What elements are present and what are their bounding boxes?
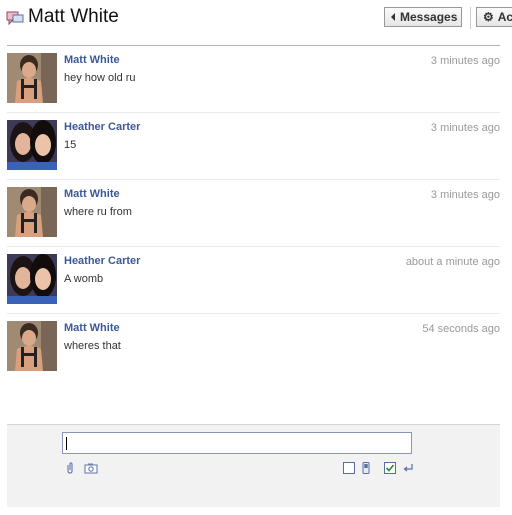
message-item: Heather Carter about a minute ago A womb [7,247,500,314]
camera-icon[interactable] [84,462,98,474]
checked-checkbox-icon[interactable] [384,462,396,474]
checkbox-icon[interactable] [343,462,355,474]
message-item: Matt White 3 minutes ago where ru from [7,180,500,247]
actions-button-label: Ac [497,10,512,24]
reply-input[interactable] [62,432,412,454]
message-timestamp: about a minute ago [405,256,500,268]
paperclip-icon[interactable] [64,462,76,474]
reply-composer [7,424,500,507]
page-title: Matt White [28,6,119,27]
sender-name[interactable]: Heather Carter [64,255,140,267]
message-timestamp: 3 minutes ago [430,189,500,201]
conversation-header: Matt White Messages ⚙ Ac [0,0,512,40]
enter-icon [403,464,413,472]
message-timestamp: 3 minutes ago [430,122,500,134]
message-item: Heather Carter 3 minutes ago 15 [7,113,500,180]
header-divider [470,7,471,29]
avatar-heather-carter[interactable] [7,254,57,304]
chat-bubbles-icon [6,11,24,26]
avatar-matt-white[interactable] [7,321,57,371]
message-text: hey how old ru [64,72,136,84]
message-timestamp: 3 minutes ago [430,55,500,67]
sender-name[interactable]: Matt White [64,54,120,66]
sender-name[interactable]: Matt White [64,188,120,200]
message-text: A womb [64,273,104,285]
avatar-matt-white[interactable] [7,53,57,103]
caret-left-icon [391,13,395,21]
sender-name[interactable]: Heather Carter [64,121,140,133]
message-item: Matt White 3 minutes ago hey how old ru [7,46,500,113]
messages-button-label: Messages [400,10,458,24]
sender-name[interactable]: Matt White [64,322,120,334]
message-text: where ru from [64,206,132,218]
message-text: wheres that [64,340,121,352]
message-timestamp: 54 seconds ago [422,323,500,335]
avatar-heather-carter[interactable] [7,120,57,170]
text-cursor [66,437,67,450]
message-thread: Matt White 3 minutes ago hey how old ru … [7,46,500,381]
back-to-messages-button[interactable]: Messages [384,7,462,27]
message-text: 15 [64,139,77,151]
message-item: Matt White 54 seconds ago wheres that [7,314,500,381]
phone-icon[interactable] [361,462,371,474]
gear-icon: ⚙ [483,10,494,24]
actions-button[interactable]: ⚙ Ac [476,7,512,27]
avatar-matt-white[interactable] [7,187,57,237]
